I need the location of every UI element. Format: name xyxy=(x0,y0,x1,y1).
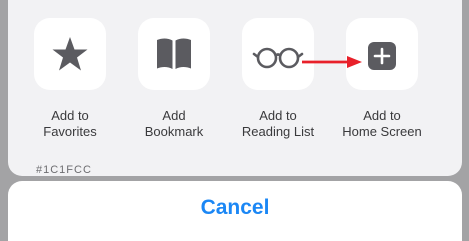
action-label: Add to Reading List xyxy=(241,108,315,139)
cancel-label: Cancel xyxy=(200,196,270,219)
plus-square-icon xyxy=(368,42,396,70)
add-to-home-screen-button[interactable]: Add to Home Screen xyxy=(330,0,434,150)
reading-list-tile[interactable] xyxy=(242,18,314,90)
home-screen-tile[interactable] xyxy=(346,18,418,90)
star-icon xyxy=(52,37,88,71)
add-to-favorites-button[interactable]: Add to Favorites xyxy=(18,0,122,150)
underlying-text: #1C1FCC xyxy=(36,164,92,176)
action-label: Add to Home Screen xyxy=(342,108,422,139)
bookmark-tile[interactable] xyxy=(138,18,210,90)
glasses-icon xyxy=(252,47,304,69)
action-label: Add to Favorites xyxy=(43,108,97,139)
share-sheet: Add to Favorites Add Bookmark Add to Rea… xyxy=(8,0,462,176)
add-bookmark-button[interactable]: Add Bookmark xyxy=(122,0,226,150)
add-to-reading-list-button[interactable]: Add to Reading List xyxy=(226,0,330,150)
action-label: Add Bookmark xyxy=(144,108,204,139)
cancel-button[interactable]: Cancel xyxy=(8,181,462,241)
favorites-tile[interactable] xyxy=(34,18,106,90)
book-icon xyxy=(157,38,191,69)
